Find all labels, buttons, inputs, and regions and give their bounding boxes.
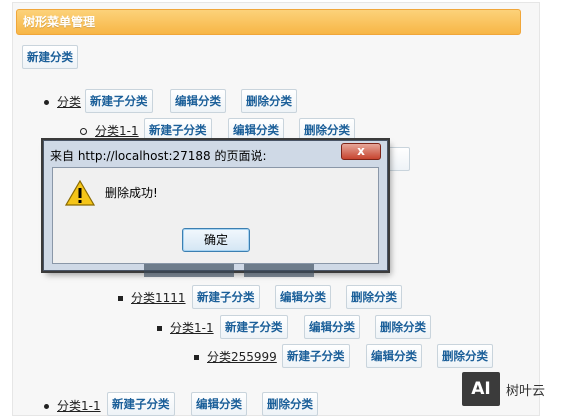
edit-button[interactable]: 编辑分类 [366, 344, 422, 368]
ok-button[interactable]: 确定 [182, 228, 250, 252]
tree-node: 分类 [44, 94, 81, 110]
bullet-icon [194, 355, 199, 360]
add-child-button[interactable]: 新建子分类 [85, 89, 153, 113]
dialog-title: 来自 http://localhost:27188 的页面说: [50, 149, 267, 163]
dialog-message: 删除成功! [105, 186, 158, 200]
add-child-button[interactable]: 新建子分类 [107, 392, 175, 416]
bullet-icon [80, 128, 87, 135]
tree-node: 分类1111 [118, 290, 186, 306]
dialog-shadow-artifact [144, 263, 234, 277]
tree-node: 分类1-1 [157, 320, 214, 336]
delete-button[interactable]: 删除分类 [375, 315, 431, 339]
bullet-icon [118, 296, 123, 301]
warning-icon [65, 180, 95, 206]
new-category-button[interactable]: 新建分类 [22, 45, 78, 69]
tree-node-label[interactable]: 分类1111 [131, 291, 186, 305]
watermark-text: 树叶云 [506, 384, 546, 399]
delete-button[interactable]: 删除分类 [262, 392, 318, 416]
edit-button[interactable]: 编辑分类 [228, 118, 284, 142]
tree-node-label[interactable]: 分类1-1 [57, 399, 101, 413]
tree-node-label[interactable]: 分类255999 [207, 350, 277, 364]
delete-button[interactable]: 删除分类 [437, 344, 493, 368]
bullet-icon [44, 100, 49, 105]
delete-button[interactable]: 删除分类 [241, 89, 297, 113]
edit-button[interactable]: 编辑分类 [191, 392, 247, 416]
add-child-button[interactable]: 新建子分类 [220, 315, 288, 339]
add-child-button[interactable]: 新建子分类 [282, 344, 350, 368]
delete-button[interactable]: 删除分类 [299, 118, 355, 142]
panel-title: 树形菜单管理 [16, 9, 521, 35]
tree-node: 分类1-1 [80, 123, 139, 139]
add-child-button[interactable]: 新建子分类 [192, 285, 260, 309]
dialog-shadow-artifact [244, 263, 314, 277]
tree-node: 分类255999 [194, 349, 277, 365]
dialog-body: 删除成功! 确定 [52, 167, 379, 264]
tree-node-label[interactable]: 分类1-1 [170, 321, 214, 335]
tree-node-label[interactable]: 分类 [57, 95, 81, 109]
tree-node-label[interactable]: 分类1-1 [95, 124, 139, 138]
close-icon[interactable]: x [341, 143, 381, 160]
delete-button[interactable]: 删除分类 [346, 285, 402, 309]
bullet-icon [44, 404, 49, 409]
add-child-button[interactable]: 新建子分类 [144, 118, 212, 142]
bullet-icon [157, 326, 162, 331]
edit-button[interactable]: 编辑分类 [275, 285, 331, 309]
edit-button[interactable]: 编辑分类 [304, 315, 360, 339]
tree-node: 分类1-1 [44, 398, 101, 414]
alert-dialog: 来自 http://localhost:27188 的页面说: x 删除成功! … [43, 140, 388, 277]
edit-button[interactable]: 编辑分类 [170, 89, 226, 113]
watermark-logo: AI [462, 372, 500, 406]
